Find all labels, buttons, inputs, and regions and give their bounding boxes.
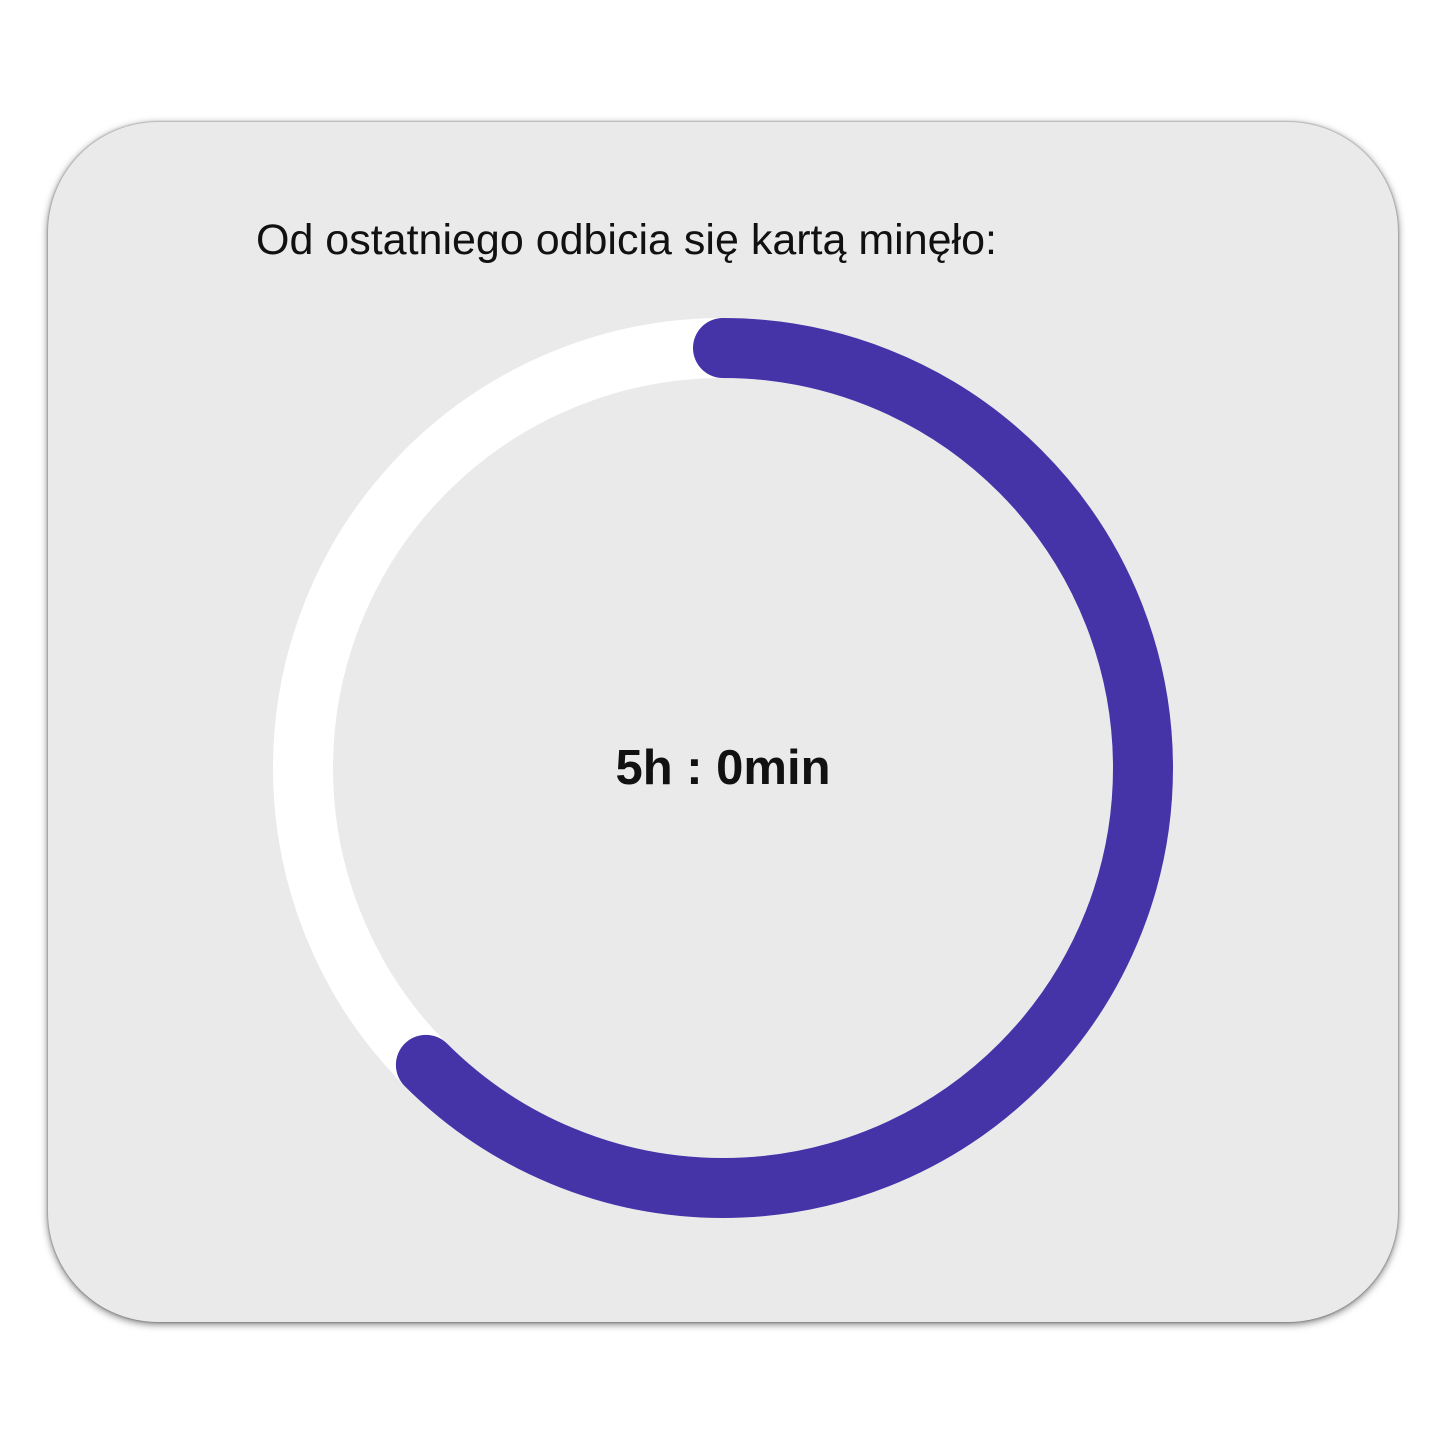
elapsed-time-label: 5h : 0min	[615, 741, 831, 795]
card-title: Od ostatniego odbicia się kartą minęło:	[256, 216, 997, 264]
progress-ring: 5h : 0min	[243, 288, 1203, 1248]
